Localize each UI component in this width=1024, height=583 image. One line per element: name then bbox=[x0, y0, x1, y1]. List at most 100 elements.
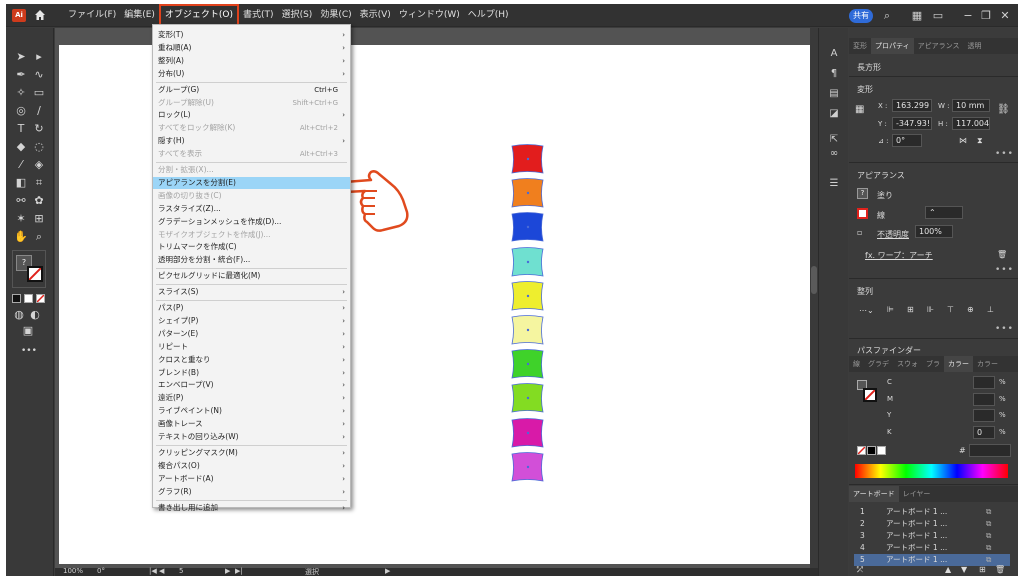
cmyk-field-c[interactable] bbox=[973, 376, 995, 389]
menu-item-30[interactable]: テキストの回り込み(W) › bbox=[153, 431, 350, 443]
tab-properties[interactable]: プロパティ bbox=[871, 38, 914, 54]
minimize-icon[interactable]: − bbox=[961, 9, 975, 23]
more-options-icon[interactable]: ••• bbox=[995, 149, 1014, 159]
menu-item-32[interactable]: 複合パス(O) › bbox=[153, 460, 350, 472]
white-color-icon[interactable] bbox=[877, 446, 886, 455]
warped-rectangle[interactable] bbox=[511, 349, 544, 380]
menu-item-26[interactable]: エンベロープ(V) › bbox=[153, 379, 350, 391]
menu-item-34[interactable]: グラフ(R) › bbox=[153, 486, 350, 498]
appearance-more-icon[interactable]: ••• bbox=[995, 265, 1014, 275]
scroll-thumb[interactable] bbox=[811, 266, 817, 294]
menu-item-31[interactable]: クリッピングマスク(M) › bbox=[153, 447, 350, 459]
tab-appearance[interactable]: アピアランス bbox=[914, 38, 964, 54]
artboard-options-icon[interactable]: ⧉ bbox=[986, 542, 991, 554]
artboard-first-icon[interactable]: |◀ bbox=[149, 567, 157, 575]
menu-item-25[interactable]: ブレンド(B) › bbox=[153, 367, 350, 379]
search-icon[interactable]: ⌕ bbox=[880, 9, 894, 23]
warped-rectangle[interactable] bbox=[511, 451, 544, 483]
none-color-icon[interactable] bbox=[857, 446, 866, 455]
artboard-tool-icon[interactable]: ⊞ bbox=[32, 212, 46, 226]
effect-warp-arc[interactable]: fx. ワープ：アーチ bbox=[865, 250, 933, 261]
paragraph-panel-icon[interactable]: ¶ bbox=[828, 68, 840, 80]
color-stroke-icon[interactable] bbox=[863, 388, 877, 402]
artboard-row-name[interactable]: アートボード 1 ... bbox=[886, 542, 947, 554]
align-right-icon[interactable]: ⊪ bbox=[927, 305, 934, 314]
lasso-tool-icon[interactable]: ◌ bbox=[32, 140, 46, 154]
type-tool-icon[interactable]: T bbox=[14, 122, 28, 136]
stroke-color-icon[interactable] bbox=[857, 208, 868, 219]
menu-object[interactable]: オブジェクト(O) bbox=[158, 4, 240, 26]
artboard-row-name[interactable]: アートボード 1 ... bbox=[886, 506, 947, 518]
draw-mode-icon[interactable]: ◍ bbox=[12, 308, 26, 322]
tab-transform[interactable]: 変形 bbox=[849, 38, 871, 54]
menu-item-33[interactable]: アートボード(A) › bbox=[153, 473, 350, 485]
x-field[interactable]: 163.299 bbox=[892, 99, 932, 112]
rotation-value[interactable]: 0° bbox=[97, 567, 105, 575]
image-trace-icon[interactable]: ◪ bbox=[828, 108, 840, 120]
blend-tool-icon[interactable]: ⚯ bbox=[14, 194, 28, 208]
menu-item-21[interactable]: シェイプ(P) › bbox=[153, 315, 350, 327]
align-bottom-icon[interactable]: ⊥ bbox=[987, 305, 994, 314]
tab-stroke[interactable]: 線 bbox=[849, 356, 864, 372]
gradient-mode-icon[interactable] bbox=[24, 294, 33, 303]
none-mode-icon[interactable] bbox=[36, 294, 45, 303]
direct-selection-tool-icon[interactable]: ▸ bbox=[32, 50, 46, 64]
color-spectrum[interactable] bbox=[855, 464, 1008, 478]
warped-rectangle[interactable] bbox=[511, 383, 544, 414]
cmyk-field-k[interactable]: 0 bbox=[973, 425, 995, 439]
move-up-icon[interactable]: ▲ bbox=[945, 565, 951, 574]
tab-layers[interactable]: レイヤー bbox=[899, 486, 935, 502]
opacity-field[interactable]: 100% bbox=[915, 225, 953, 238]
menu-item-20[interactable]: パス(P) › bbox=[153, 302, 350, 314]
status-arrow-icon[interactable]: ▶ bbox=[385, 567, 390, 575]
menu-item-13[interactable]: ラスタライズ(Z)... bbox=[153, 203, 350, 215]
warped-rectangle[interactable] bbox=[511, 212, 544, 243]
flip-vertical-icon[interactable]: ⧗ bbox=[977, 136, 983, 146]
gradient-tool-icon[interactable]: ◧ bbox=[14, 176, 28, 190]
y-field[interactable]: -347.93! bbox=[892, 117, 932, 130]
rearrange-icon[interactable]: ⤱ bbox=[857, 565, 863, 575]
artboard-row[interactable]: 2 アートボード 1 ... ⧉ bbox=[854, 518, 1010, 530]
menu-item-6[interactable]: ロック(L) › bbox=[153, 109, 350, 121]
artboard-last-icon[interactable]: ▶| bbox=[235, 567, 243, 575]
rotate-tool-icon[interactable]: ↻ bbox=[32, 122, 46, 136]
warped-rectangle[interactable] bbox=[511, 246, 544, 278]
tab-color-guide[interactable]: カラー bbox=[973, 356, 1002, 372]
menu-item-28[interactable]: ライブペイント(N) › bbox=[153, 405, 350, 417]
height-field[interactable]: 117.004 bbox=[952, 117, 990, 130]
warped-rectangle[interactable] bbox=[511, 144, 544, 175]
menu-item-24[interactable]: クロスと重なり › bbox=[153, 354, 350, 366]
menu-item-0[interactable]: 変形(T) › bbox=[153, 29, 350, 41]
artboard-options-icon[interactable]: ⧉ bbox=[986, 506, 991, 518]
spiral-tool-icon[interactable]: ◎ bbox=[14, 104, 28, 118]
eraser-tool-icon[interactable]: ◆ bbox=[14, 140, 28, 154]
hex-field[interactable] bbox=[969, 444, 1011, 457]
magic-wand-icon[interactable]: ✧ bbox=[14, 86, 28, 100]
fill-stroke-widget[interactable]: ? bbox=[12, 250, 46, 288]
tab-transparency[interactable]: 透明 bbox=[963, 38, 985, 54]
align-top-icon[interactable]: ⊤ bbox=[947, 305, 954, 314]
constrain-proportions-icon[interactable]: ⛓ bbox=[997, 104, 1010, 115]
warped-rectangle[interactable] bbox=[511, 315, 544, 346]
artboard-row-name[interactable]: アートボード 1 ... bbox=[886, 530, 947, 542]
shape-builder-icon[interactable]: ◈ bbox=[32, 158, 46, 172]
menu-item-1[interactable]: 重ね順(A) › bbox=[153, 42, 350, 54]
puppet-warp-icon[interactable]: ✶ bbox=[14, 212, 28, 226]
black-color-icon[interactable] bbox=[867, 446, 876, 455]
cmyk-field-m[interactable] bbox=[973, 392, 995, 406]
align-hcenter-icon[interactable]: ⊞ bbox=[907, 305, 914, 314]
character-panel-icon[interactable]: A bbox=[828, 48, 840, 60]
delete-effect-icon[interactable]: 🗑 bbox=[997, 250, 1007, 259]
artboard-options-icon[interactable]: ⧉ bbox=[986, 518, 991, 530]
cmyk-field-y[interactable] bbox=[973, 409, 995, 422]
artboard-row[interactable]: 3 アートボード 1 ... ⧉ bbox=[854, 530, 1010, 542]
restore-icon[interactable]: ❐ bbox=[979, 9, 993, 23]
tab-swatches[interactable]: スウォ bbox=[893, 356, 922, 372]
mesh-tool-icon[interactable]: ⌗ bbox=[32, 176, 46, 190]
menu-view[interactable]: 表示(V) bbox=[356, 4, 395, 27]
tab-gradient[interactable]: グラデ bbox=[864, 356, 893, 372]
tab-color[interactable]: カラー bbox=[944, 356, 973, 372]
menu-item-29[interactable]: 画像トレース › bbox=[153, 418, 350, 430]
new-artboard-icon[interactable]: ⊞ bbox=[979, 565, 986, 574]
opacity-label[interactable]: 不透明度 bbox=[877, 229, 909, 240]
